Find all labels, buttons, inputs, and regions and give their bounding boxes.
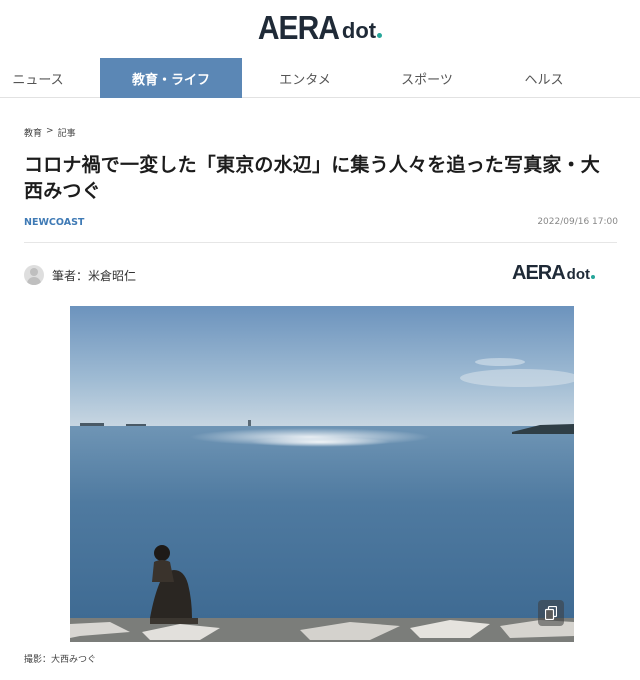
category-nav: ニュース 教育・ライフ エンタメ スポーツ ヘルス bbox=[0, 58, 640, 98]
breadcrumb-separator: > bbox=[46, 126, 54, 136]
site-header: AERA dot bbox=[0, 0, 640, 58]
photo-caption: 撮影：大西みつぐ bbox=[24, 655, 97, 665]
tab-label: ヘルス bbox=[524, 72, 564, 88]
tab-label: ニュース bbox=[12, 72, 64, 88]
logo-dot-text: dot bbox=[341, 18, 377, 43]
tab-label: エンタメ bbox=[279, 72, 331, 88]
article-title: コロナ禍で一変した「東京の水辺」に集う人々を追った写真家・大西みつぐ bbox=[24, 154, 601, 202]
divider bbox=[24, 242, 617, 243]
breadcrumb-item-education[interactable]: 教育 bbox=[24, 126, 42, 139]
photo-seascape bbox=[70, 306, 574, 642]
tab-label: 教育・ライフ bbox=[131, 72, 210, 88]
publisher-logo-dot-text: dot bbox=[566, 266, 590, 283]
avatar-icon bbox=[24, 265, 44, 285]
copy-expand-icon[interactable] bbox=[538, 600, 564, 626]
author-row: 筆者：米倉昭仁 bbox=[24, 265, 136, 285]
publisher-logo-dot-mark bbox=[591, 275, 595, 279]
site-logo[interactable]: AERA dot bbox=[257, 10, 383, 47]
author-name[interactable]: 筆者：米倉昭仁 bbox=[52, 267, 136, 284]
breadcrumb-item-article: 記事 bbox=[57, 129, 76, 139]
tab-health[interactable]: ヘルス bbox=[473, 58, 615, 98]
tab-education-life[interactable]: 教育・ライフ bbox=[100, 58, 242, 98]
publisher-logo: AERA dot bbox=[512, 262, 595, 285]
article-category[interactable]: NEWCOAST bbox=[24, 217, 84, 228]
tab-news[interactable]: ニュース bbox=[0, 58, 109, 98]
article-date: 2022/09/16 17:00 bbox=[537, 217, 618, 227]
tab-label: スポーツ bbox=[401, 72, 453, 88]
logo-dot-mark bbox=[377, 33, 383, 38]
logo-aera-text: AERA bbox=[257, 10, 340, 47]
article-photo[interactable] bbox=[70, 306, 574, 642]
publisher-logo-aera-text: AERA bbox=[512, 262, 566, 284]
tab-entertainment[interactable]: エンタメ bbox=[234, 58, 376, 98]
breadcrumb: 教育 > 記事 bbox=[24, 126, 76, 139]
